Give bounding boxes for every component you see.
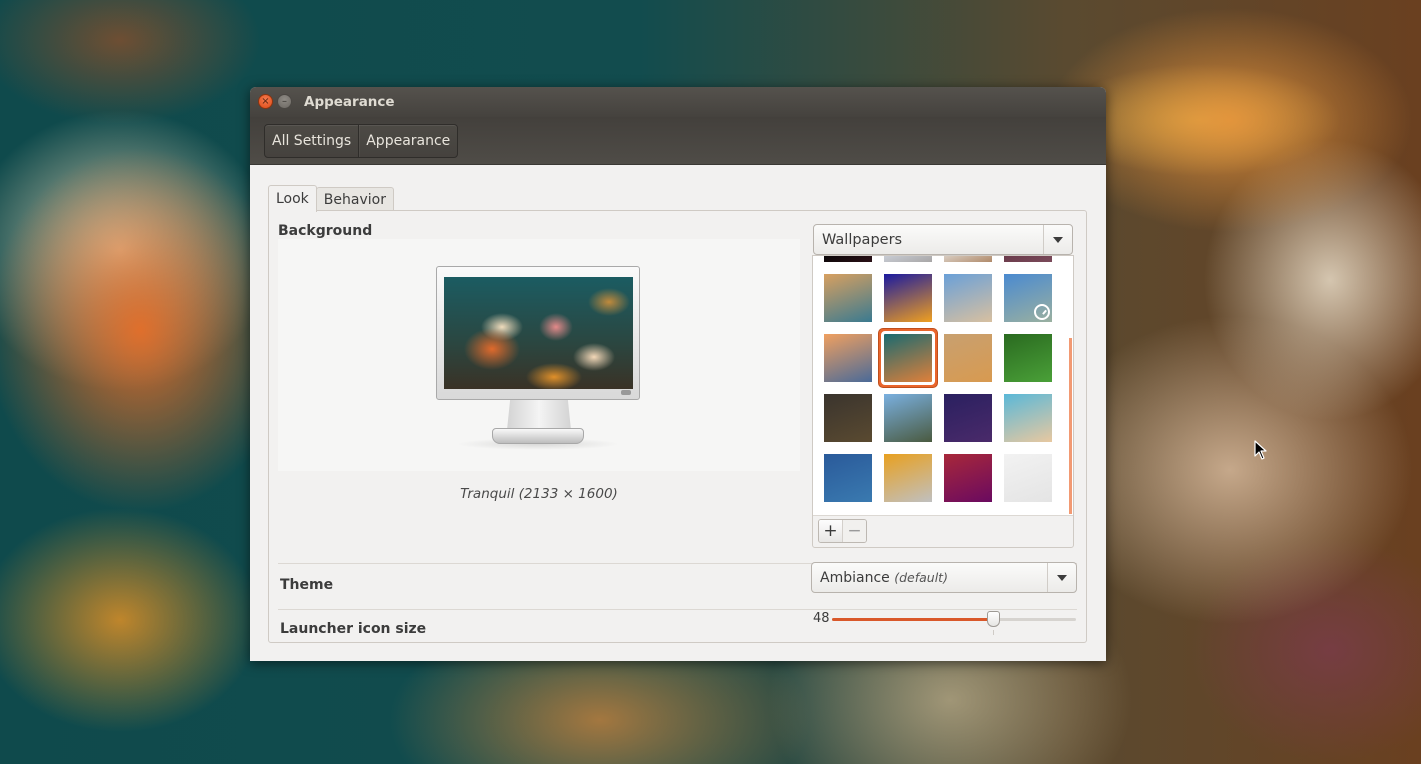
- chevron-down-icon: [1057, 574, 1067, 581]
- mouse-pointer-icon: [1254, 440, 1267, 460]
- slider-fill: [832, 618, 994, 621]
- tab-behavior[interactable]: Behavior: [315, 187, 394, 212]
- slider-handle[interactable]: [987, 611, 1001, 627]
- window-title: Appearance: [304, 94, 395, 110]
- wallpaper-blue-mechanism[interactable]: [1004, 274, 1052, 322]
- breadcrumb: All Settings Appearance: [264, 123, 459, 158]
- wallpaper-grid[interactable]: [813, 256, 1073, 516]
- wallpaper-source-dropdown[interactable]: Wallpapers: [813, 224, 1073, 255]
- content-area: Look Behavior Background Tranquil (2133 …: [250, 166, 1106, 661]
- tab-look[interactable]: Look: [268, 185, 317, 212]
- add-wallpaper-button[interactable]: +: [819, 520, 843, 542]
- separator: [278, 609, 1077, 610]
- wallpaper-scrollbar[interactable]: [1069, 338, 1072, 514]
- close-icon: ×: [261, 95, 270, 107]
- wallpaper-coast-rocks[interactable]: [824, 274, 872, 322]
- wallpaper-clover[interactable]: [1004, 334, 1052, 382]
- wallpaper-purple-texture[interactable]: [944, 394, 992, 442]
- wallpaper-chooser: + −: [812, 255, 1074, 548]
- close-button[interactable]: ×: [258, 94, 273, 109]
- wallpaper-golden-grass[interactable]: [944, 334, 992, 382]
- wallpaper-preview: [278, 239, 800, 471]
- wallpaper-edit-buttons: + −: [818, 519, 867, 543]
- tab-bar: Look Behavior: [268, 185, 394, 212]
- slideshow-clock-icon: [1034, 304, 1050, 320]
- appearance-window: × – Appearance All Settings Appearance L…: [250, 87, 1106, 661]
- wallpaper-blue-water[interactable]: [824, 454, 872, 502]
- wallpaper-source-value: Wallpapers: [822, 231, 903, 248]
- theme-dropdown[interactable]: Ambiance (default): [811, 562, 1077, 593]
- wallpaper-dark-grass[interactable]: [824, 394, 872, 442]
- dropdown-arrow: [1043, 225, 1072, 254]
- monitor-icon: [436, 266, 640, 450]
- look-panel: Background Tranquil (2133 × 1600) Wallpa…: [268, 210, 1087, 643]
- minimize-button[interactable]: –: [277, 94, 292, 109]
- wallpaper-light-gray[interactable]: [1004, 454, 1052, 502]
- wallpaper-blue-bokeh[interactable]: [884, 274, 932, 322]
- wallpaper-caption: Tranquil (2133 × 1600): [460, 486, 618, 502]
- slider-tick-mark: [993, 630, 995, 635]
- theme-value: Ambiance (default): [812, 570, 1047, 586]
- background-label: Background: [278, 223, 373, 239]
- theme-label: Theme: [280, 577, 334, 593]
- monitor-bezel: [436, 266, 640, 400]
- dropdown-arrow: [1047, 563, 1076, 592]
- wallpaper-partial-2[interactable]: [884, 256, 932, 262]
- toolbar: All Settings Appearance: [250, 117, 1106, 165]
- breadcrumb-all-settings[interactable]: All Settings: [265, 125, 358, 157]
- chevron-down-icon: [1053, 236, 1063, 243]
- wallpaper-crane-sky[interactable]: [884, 394, 932, 442]
- monitor-base: [492, 428, 584, 444]
- wallpaper-ubuntu-purple[interactable]: [944, 454, 992, 502]
- wallpaper-building[interactable]: [1004, 394, 1052, 442]
- theme-name: Ambiance: [820, 569, 890, 586]
- wallpaper-orange-wave[interactable]: [884, 454, 932, 502]
- minimize-icon: –: [282, 95, 287, 107]
- wallpaper-tranquil[interactable]: [878, 328, 938, 388]
- breadcrumb-appearance[interactable]: Appearance: [358, 124, 457, 157]
- power-indicator: [621, 390, 631, 395]
- launcher-icon-size-slider[interactable]: [832, 611, 1076, 635]
- wallpaper-partial-1[interactable]: [824, 256, 872, 262]
- remove-wallpaper-button[interactable]: −: [843, 520, 866, 542]
- launcher-icon-size-label: Launcher icon size: [280, 621, 427, 637]
- theme-default-note: (default): [894, 569, 948, 585]
- wallpaper-stone-stack[interactable]: [824, 334, 872, 382]
- wallpaper-partial-4[interactable]: [1004, 256, 1052, 262]
- wallpaper-partial-3[interactable]: [944, 256, 992, 262]
- title-bar[interactable]: × – Appearance: [250, 87, 1106, 117]
- launcher-icon-size-value: 48: [813, 611, 830, 626]
- preview-screen: [444, 277, 633, 389]
- wallpaper-grass-sunset[interactable]: [944, 274, 992, 322]
